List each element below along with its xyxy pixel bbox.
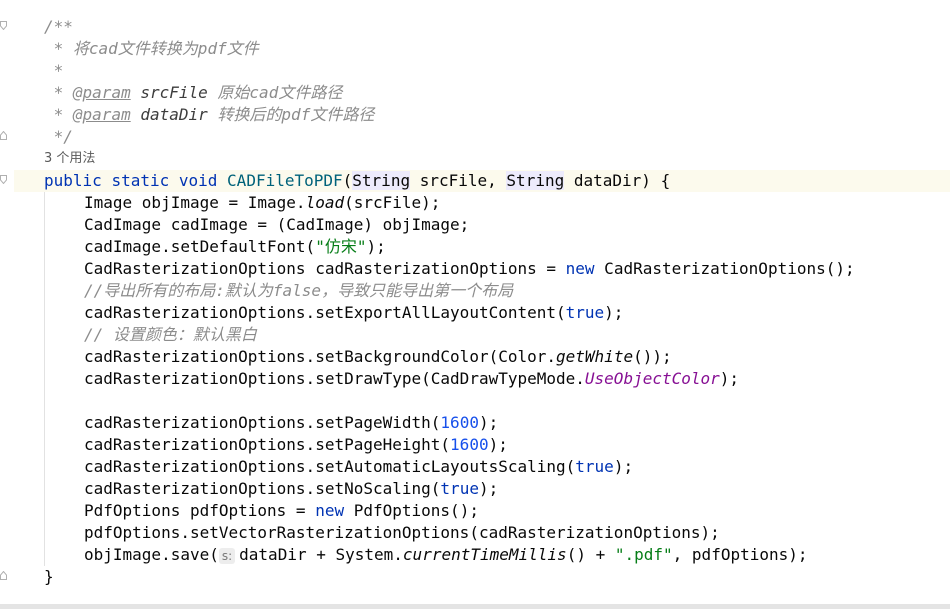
javadoc-param-name: dataDir	[140, 105, 208, 124]
code-comment[interactable]: //导出所有的布局:默认为false，导致只能导出第一个布局	[84, 280, 513, 302]
code-line[interactable]: PdfOptions pdfOptions = new PdfOptions()…	[84, 500, 479, 522]
code-line-javadoc-open[interactable]: /**	[44, 16, 73, 38]
horizontal-scrollbar[interactable]	[0, 604, 950, 609]
param-type: String	[506, 171, 565, 190]
fold-open-icon[interactable]	[0, 21, 7, 30]
param-type: String	[352, 171, 411, 190]
fold-open-icon[interactable]	[0, 175, 7, 184]
code-line-javadoc-close[interactable]: */	[44, 126, 73, 148]
code-line[interactable]: cadImage.setDefaultFont("仿宋");	[84, 236, 386, 258]
code-line[interactable]: cadRasterizationOptions.setPageHeight(16…	[84, 434, 508, 456]
javadoc-param-name: srcFile	[140, 83, 208, 102]
javadoc-param-desc: 转换后的pdf文件路径	[217, 105, 375, 124]
parameter-hint: s:	[218, 548, 236, 564]
code-line-close-brace[interactable]: }	[44, 566, 54, 588]
code-line-javadoc-blank[interactable]: *	[44, 60, 64, 82]
javadoc-param-tag: @param	[72, 83, 131, 102]
code-line[interactable]: cadRasterizationOptions.setDrawType(CadD…	[84, 368, 739, 390]
code-line-javadoc-param1[interactable]: * @param srcFile 原始cad文件路径	[44, 82, 343, 104]
code-line[interactable]: CadImage cadImage = (CadImage) objImage;	[84, 214, 469, 236]
fold-close-icon[interactable]	[0, 571, 7, 580]
code-line-javadoc-summary[interactable]: * 将cad文件转换为pdf文件	[44, 38, 259, 60]
editor-gutter	[0, 0, 14, 604]
indent-guide	[44, 192, 45, 566]
code-line[interactable]: cadRasterizationOptions.setNoScaling(tru…	[84, 478, 498, 500]
code-line[interactable]: cadRasterizationOptions.setExportAllLayo…	[84, 302, 623, 324]
code-line[interactable]: cadRasterizationOptions.setBackgroundCol…	[84, 346, 672, 368]
code-line-method-signature[interactable]: public static void CADFileToPDF(String s…	[14, 170, 950, 192]
code-line[interactable]: objImage.save(s: dataDir + System.current…	[84, 544, 808, 566]
code-line[interactable]: Image objImage = Image.load(srcFile);	[84, 192, 440, 214]
usage-hint[interactable]: 3 个用法	[44, 148, 95, 170]
code-line-javadoc-param2[interactable]: * @param dataDir 转换后的pdf文件路径	[44, 104, 375, 126]
fold-close-icon[interactable]	[0, 131, 7, 140]
code-line[interactable]: pdfOptions.setVectorRasterizationOptions…	[84, 522, 720, 544]
javadoc-summary: 将cad文件转换为pdf文件	[72, 39, 259, 58]
method-name: CADFileToPDF	[227, 171, 343, 190]
javadoc-param-tag: @param	[72, 105, 131, 124]
code-line[interactable]: cadRasterizationOptions.setAutomaticLayo…	[84, 456, 633, 478]
code-line[interactable]: cadRasterizationOptions.setPageWidth(160…	[84, 412, 498, 434]
code-comment[interactable]: // 设置颜色：默认黑白	[84, 324, 257, 346]
javadoc-param-desc: 原始cad文件路径	[217, 83, 343, 102]
code-line[interactable]: CadRasterizationOptions cadRasterization…	[84, 258, 855, 280]
javadoc-open: /**	[44, 17, 73, 36]
